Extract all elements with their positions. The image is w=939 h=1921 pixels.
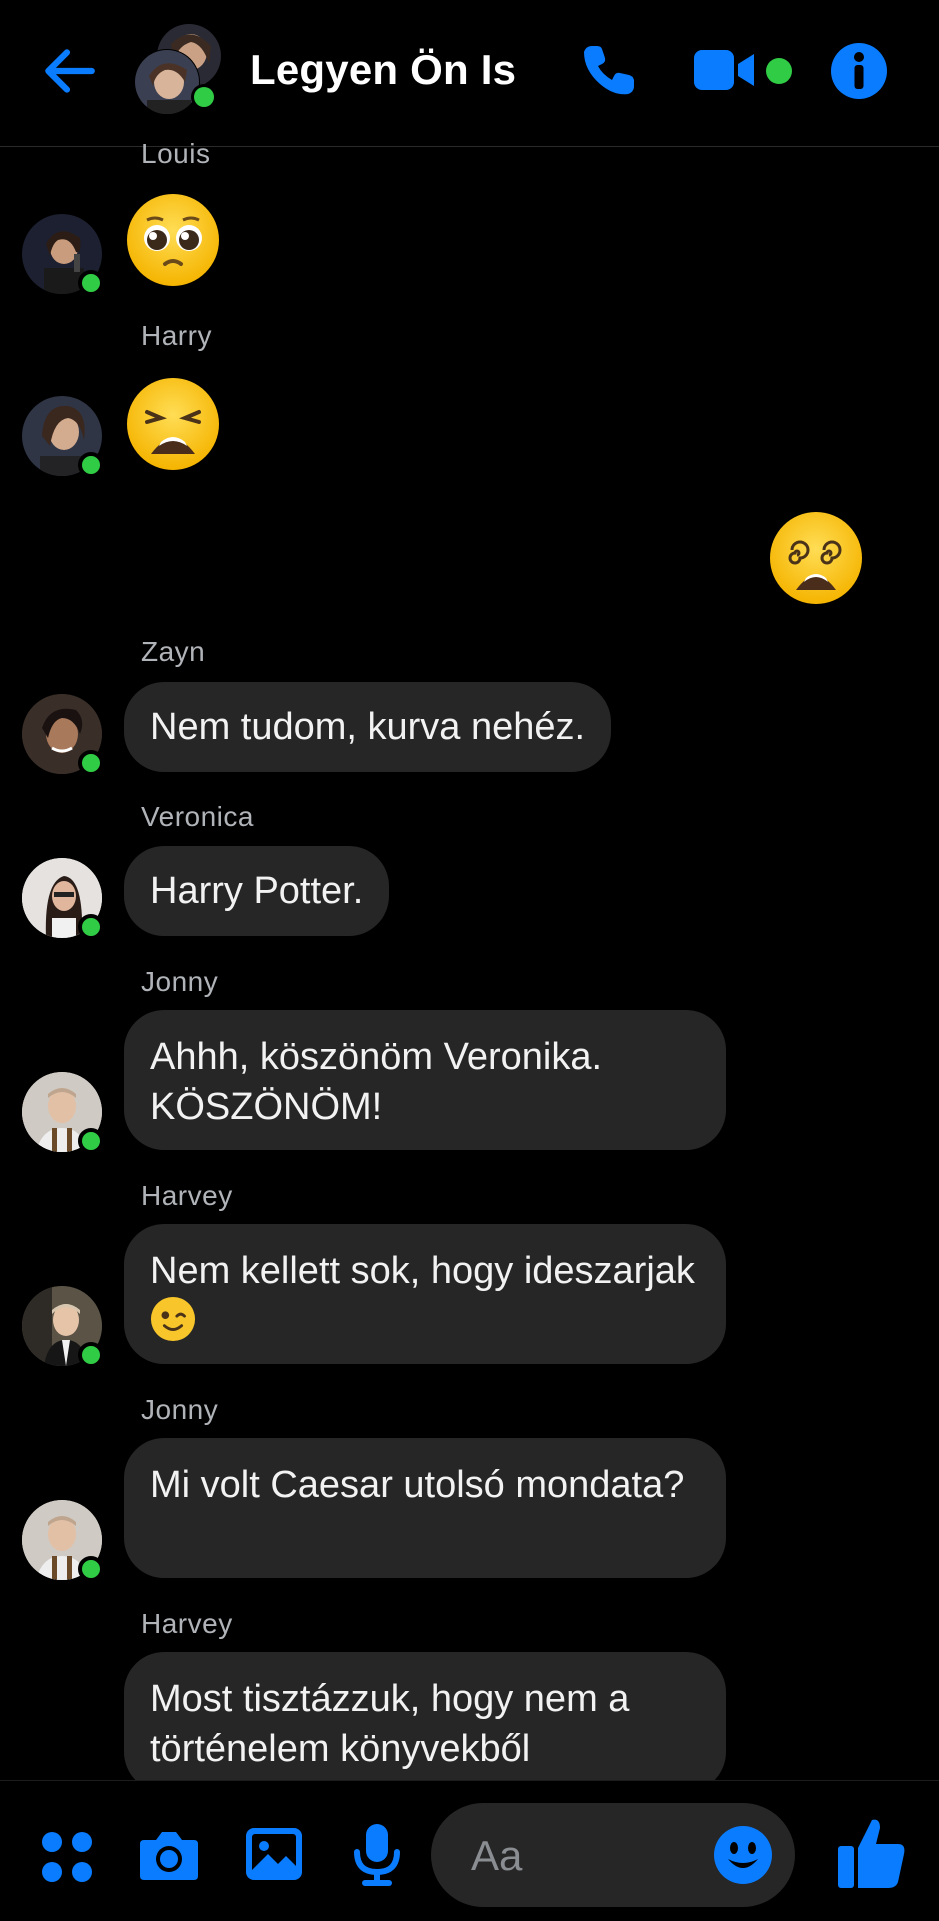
pleading-face-icon [127,194,219,286]
message-input[interactable] [469,1825,703,1887]
message-bubble[interactable]: Harry Potter. [124,846,390,936]
back-arrow-icon[interactable] [38,40,100,102]
thumbs-up-icon[interactable] [836,1816,908,1890]
sender-name: Louis [141,138,211,169]
group-avatar[interactable] [133,24,225,116]
online-indicator [78,1556,104,1582]
avatar[interactable] [22,694,104,776]
message-bubble[interactable]: Mi volt Caesar utolsó mondata? [124,1438,726,1578]
info-icon[interactable] [830,42,888,100]
chat-title[interactable]: Legyen Ön Is [250,46,516,94]
sender-name: Harvey [141,1180,233,1211]
chat-header: Legyen Ön Is [0,0,939,147]
avatar[interactable] [22,396,104,478]
online-indicator [78,452,104,478]
message-bubble[interactable]: Most tisztázzuk, hogy nem a történelem k… [124,1652,726,1792]
message-bubble[interactable]: Nem kellett sok, hogy ideszarjak [124,1224,726,1364]
sender-name: Zayn [141,636,206,667]
online-indicator [78,1342,104,1368]
online-indicator [78,914,104,940]
dizzy-face-icon [770,512,862,604]
emoji-icon[interactable] [713,1825,773,1885]
weary-face-icon [127,378,219,470]
message-text: Nem kellett sok, hogy ideszarjak [150,1250,695,1292]
message-text: Harry Potter. [150,870,364,912]
camera-icon[interactable] [138,1828,200,1882]
message-bubble[interactable]: Nem tudom, kurva nehéz. [124,682,612,772]
message-text: Mi volt Caesar utolsó mondata? [150,1464,685,1506]
message-bubble[interactable]: Ahhh, köszönöm Veronika. KÖSZÖNÖM! [124,1010,726,1150]
phone-icon[interactable] [578,40,638,100]
message-text: Ahhh, köszönöm Veronika. KÖSZÖNÖM! [150,1036,603,1128]
online-indicator [78,750,104,776]
avatar[interactable] [22,214,104,296]
gallery-icon[interactable] [244,1826,304,1882]
avatar[interactable] [22,1072,104,1154]
apps-menu-icon[interactable] [40,1830,94,1884]
message-input-container [431,1803,795,1907]
avatar[interactable] [22,1500,104,1582]
online-indicator [78,270,104,296]
message-text: Nem tudom, kurva nehéz. [150,706,586,748]
sender-name: Jonny [141,1394,219,1425]
microphone-icon[interactable] [352,1822,402,1888]
video-camera-icon[interactable] [694,48,758,92]
active-call-indicator [766,58,792,84]
avatar[interactable] [22,1286,104,1368]
message-text: Most tisztázzuk, hogy nem a történelem k… [150,1678,630,1770]
sender-name: Harvey [141,1608,233,1639]
sender-name: Jonny [141,966,219,997]
online-indicator [78,1128,104,1154]
winking-face-icon [150,1296,196,1342]
avatar[interactable] [22,858,104,940]
sender-name: Veronica [141,801,254,832]
sender-name: Harry [141,320,212,351]
